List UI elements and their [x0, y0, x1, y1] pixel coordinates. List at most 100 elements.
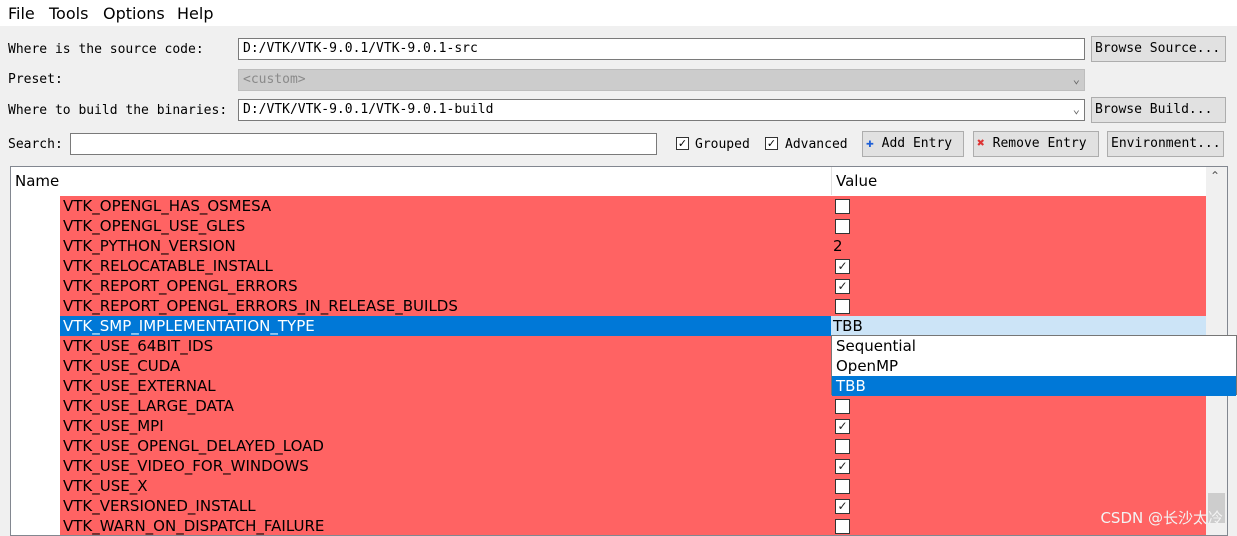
dropdown-option-label: Sequential	[836, 337, 916, 355]
value-checkbox[interactable]	[835, 299, 850, 314]
row-indent	[11, 436, 60, 456]
table-row[interactable]: VTK_WARN_ON_DISPATCH_FAILURE	[11, 516, 1206, 535]
entry-name: VTK_USE_OPENGL_DELAYED_LOAD	[63, 437, 324, 455]
chevron-down-icon[interactable]: ⌄	[1073, 102, 1080, 116]
entry-name: VTK_WARN_ON_DISPATCH_FAILURE	[63, 517, 325, 535]
row-background	[60, 476, 1206, 496]
environment-button[interactable]: Environment...	[1107, 131, 1224, 157]
advanced-checkbox[interactable]: ✓	[765, 137, 778, 150]
dropdown-option[interactable]: TBB	[832, 376, 1236, 396]
row-indent	[11, 496, 60, 516]
add-entry-label: Add Entry	[881, 136, 953, 151]
entry-name: VTK_USE_CUDA	[63, 357, 181, 375]
entry-name: VTK_USE_64BIT_IDS	[63, 337, 214, 355]
row-indent	[11, 256, 60, 276]
add-entry-button[interactable]: ✚ Add Entry	[862, 131, 964, 157]
column-header-value[interactable]: Value	[832, 167, 1207, 195]
table-row[interactable]: VTK_SMP_IMPLEMENTATION_TYPE TBB	[11, 316, 1206, 336]
dropdown-option[interactable]: Sequential	[832, 336, 1236, 356]
entry-name: VTK_OPENGL_USE_GLES	[63, 217, 246, 235]
menu-help[interactable]: Help	[177, 4, 213, 23]
table-row[interactable]: VTK_USE_LARGE_DATA	[11, 396, 1206, 416]
dropdown-option-label: OpenMP	[836, 357, 899, 375]
entry-name: VTK_USE_LARGE_DATA	[63, 397, 234, 415]
entry-name: VTK_REPORT_OPENGL_ERRORS	[63, 277, 298, 295]
value-checkbox[interactable]: ✓	[835, 499, 850, 514]
build-label: Where to build the binaries:	[8, 103, 228, 118]
value-checkbox[interactable]: ✓	[835, 259, 850, 274]
row-indent	[11, 356, 60, 376]
remove-entry-button[interactable]: ✖ Remove Entry	[973, 131, 1099, 157]
grouped-label[interactable]: Grouped	[695, 137, 750, 152]
advanced-label[interactable]: Advanced	[785, 137, 848, 152]
table-row[interactable]: VTK_USE_VIDEO_FOR_WINDOWS ✓	[11, 456, 1206, 476]
grouped-checkbox[interactable]: ✓	[676, 137, 689, 150]
value-checkbox[interactable]	[835, 479, 850, 494]
menu-tools[interactable]: Tools	[49, 4, 88, 23]
row-indent	[11, 216, 60, 236]
table-row[interactable]: VTK_OPENGL_HAS_OSMESA	[11, 196, 1206, 216]
value-checkbox[interactable]	[835, 199, 850, 214]
table-row[interactable]: VTK_RELOCATABLE_INSTALL ✓	[11, 256, 1206, 276]
menu-file[interactable]: File	[8, 4, 35, 23]
table-row[interactable]: VTK_REPORT_OPENGL_ERRORS_IN_RELEASE_BUIL…	[11, 296, 1206, 316]
plus-icon: ✚	[866, 136, 874, 151]
table-row[interactable]: VTK_OPENGL_USE_GLES	[11, 216, 1206, 236]
dropdown-option[interactable]: OpenMP	[832, 356, 1236, 376]
remove-entry-label: Remove Entry	[992, 136, 1087, 151]
search-label: Search:	[8, 137, 63, 152]
browse-source-button[interactable]: Browse Source...	[1091, 36, 1226, 62]
source-label: Where is the source code:	[8, 42, 204, 57]
column-header-name[interactable]: Name	[11, 167, 832, 195]
value-checkbox[interactable]: ✓	[835, 419, 850, 434]
chevron-up-icon[interactable]: ⌃	[1210, 169, 1220, 183]
entry-name: VTK_USE_EXTERNAL	[63, 377, 216, 395]
row-indent	[11, 456, 60, 476]
row-background	[60, 416, 1206, 436]
row-indent	[11, 416, 60, 436]
browse-build-button[interactable]: Browse Build...	[1091, 97, 1226, 123]
entry-name: VTK_SMP_IMPLEMENTATION_TYPE	[63, 317, 315, 335]
table-row[interactable]: VTK_PYTHON_VERSION 2	[11, 236, 1206, 256]
value-checkbox[interactable]: ✓	[835, 459, 850, 474]
row-indent	[11, 516, 60, 535]
table-row[interactable]: VTK_REPORT_OPENGL_ERRORS ✓	[11, 276, 1206, 296]
chevron-down-icon: ⌄	[1072, 72, 1080, 86]
row-indent	[11, 396, 60, 416]
row-indent	[11, 296, 60, 316]
preset-combo: <custom> ⌄	[238, 69, 1085, 91]
value-checkbox[interactable]	[835, 219, 850, 234]
table-row[interactable]: VTK_USE_X	[11, 476, 1206, 496]
value-checkbox[interactable]	[835, 439, 850, 454]
build-path-combo[interactable]: D:/VTK/VTK-9.0.1/VTK-9.0.1-build ⌄	[238, 99, 1085, 121]
value-checkbox[interactable]: ✓	[835, 279, 850, 294]
table-row[interactable]: VTK_USE_OPENGL_DELAYED_LOAD	[11, 436, 1206, 456]
row-indent	[11, 316, 60, 336]
value-checkbox[interactable]	[835, 519, 850, 534]
value-checkbox[interactable]	[835, 399, 850, 414]
entry-name: VTK_USE_VIDEO_FOR_WINDOWS	[63, 457, 309, 475]
dropdown-option-label: TBB	[836, 377, 866, 395]
row-indent	[11, 336, 60, 356]
row-indent	[11, 276, 60, 296]
menu-bar: File Tools Options Help	[0, 0, 1237, 26]
smp-type-dropdown[interactable]: Sequential OpenMP TBB	[831, 335, 1237, 396]
table-row[interactable]: VTK_VERSIONED_INSTALL ✓	[11, 496, 1206, 516]
entry-value[interactable]: TBB	[833, 317, 863, 335]
menu-options[interactable]: Options	[103, 4, 165, 23]
table-row[interactable]: VTK_USE_MPI ✓	[11, 416, 1206, 436]
entry-value[interactable]: 2	[833, 237, 843, 255]
source-path-field[interactable]: D:/VTK/VTK-9.0.1/VTK-9.0.1-src	[238, 38, 1085, 60]
entry-name: VTK_USE_X	[63, 477, 148, 495]
preset-label: Preset:	[8, 72, 63, 87]
value-editor[interactable]	[831, 316, 1206, 336]
search-input[interactable]	[70, 133, 657, 155]
row-indent	[11, 196, 60, 216]
entry-name: VTK_VERSIONED_INSTALL	[63, 497, 256, 515]
row-indent	[11, 476, 60, 496]
row-indent	[11, 236, 60, 256]
entry-name: VTK_REPORT_OPENGL_ERRORS_IN_RELEASE_BUIL…	[63, 297, 458, 315]
preset-value: <custom>	[243, 72, 306, 87]
entry-name: VTK_OPENGL_HAS_OSMESA	[63, 197, 272, 215]
build-path-value: D:/VTK/VTK-9.0.1/VTK-9.0.1-build	[243, 102, 494, 117]
